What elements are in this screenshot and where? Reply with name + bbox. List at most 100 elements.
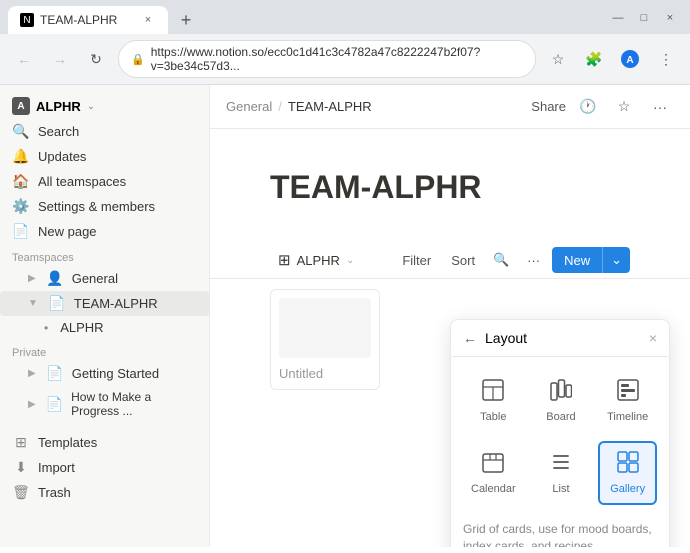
workspace-name: ALPHR <box>36 99 81 114</box>
tab-close-button[interactable]: × <box>140 12 156 28</box>
how-to-icon: 📄 <box>46 396 63 413</box>
more-db-button[interactable]: ··· <box>519 249 548 272</box>
close-button[interactable]: × <box>658 6 682 30</box>
breadcrumb-general[interactable]: General <box>226 99 272 114</box>
sidebar-item-updates[interactable]: 🔔 Updates <box>0 144 209 169</box>
bookmark-button[interactable]: ☆ <box>544 45 572 73</box>
address-bar: ← → ↻ 🔒 https://www.notion.so/ecc0c1d41c… <box>0 34 690 84</box>
share-button[interactable]: Share <box>531 99 566 114</box>
minimize-button[interactable]: — <box>606 6 630 30</box>
sidebar-item-general-label: General <box>72 271 118 286</box>
board-option-label: Board <box>546 411 575 423</box>
private-section-label: Private <box>0 339 209 361</box>
view-chevron-icon: ⌄ <box>346 255 354 266</box>
calendar-icon <box>482 451 504 479</box>
sidebar-item-all-teamspaces[interactable]: 🏠 All teamspaces <box>0 169 209 194</box>
sidebar-item-new-page[interactable]: 📄 New page <box>0 219 209 244</box>
sidebar-item-import[interactable]: ⬇ Import <box>0 455 209 480</box>
new-record-button[interactable]: New ⌄ <box>552 247 630 273</box>
breadcrumb: General / TEAM-ALPHR <box>226 99 372 114</box>
view-selector[interactable]: ⊞ ALPHR ⌄ <box>270 247 362 273</box>
back-button[interactable]: ← <box>10 45 38 73</box>
sidebar-item-import-label: Import <box>38 460 75 475</box>
sidebar-item-search-label: Search <box>38 124 79 139</box>
alphr-icon: • <box>44 321 48 335</box>
panel-close-button[interactable]: × <box>649 330 657 346</box>
table-icon <box>482 379 504 407</box>
address-input[interactable]: 🔒 https://www.notion.so/ecc0c1d41c3c4782… <box>118 40 536 78</box>
settings-icon: ⚙️ <box>12 198 30 215</box>
forward-button[interactable]: → <box>46 45 74 73</box>
sidebar-item-new-page-label: New page <box>38 224 97 239</box>
extensions-button[interactable]: 🧩 <box>580 45 608 73</box>
sidebar-item-templates-label: Templates <box>38 435 97 450</box>
sidebar-item-how-to-label: How to Make a Progress ... <box>71 390 197 418</box>
layout-option-list[interactable]: List <box>532 441 591 505</box>
layout-option-timeline[interactable]: Timeline <box>598 369 657 433</box>
new-record-caret-icon[interactable]: ⌄ <box>602 247 630 273</box>
layout-option-gallery[interactable]: Gallery <box>598 441 657 505</box>
general-expand-icon: ▶ <box>28 273 36 284</box>
import-icon: ⬇ <box>12 459 30 476</box>
new-tab-button[interactable]: + <box>172 6 200 34</box>
filter-button[interactable]: Filter <box>394 249 439 272</box>
workspace-header[interactable]: A ALPHR ⌄ <box>0 93 209 119</box>
teamspaces-icon: 🏠 <box>12 173 30 190</box>
timeline-icon <box>617 379 639 407</box>
workspace-chevron-icon: ⌄ <box>87 101 95 112</box>
layout-option-board[interactable]: Board <box>532 369 591 433</box>
sidebar-item-trash[interactable]: 🗑 Trash <box>0 480 209 505</box>
active-tab[interactable]: N TEAM-ALPHR × <box>8 6 168 34</box>
templates-icon: ⊞ <box>12 434 30 451</box>
sidebar-item-updates-label: Updates <box>38 149 86 164</box>
trash-icon: 🗑 <box>12 484 30 501</box>
layout-option-table[interactable]: Table <box>463 369 524 433</box>
sidebar-item-general[interactable]: ▶ 👤 General <box>0 266 209 291</box>
sidebar-item-all-teamspaces-label: All teamspaces <box>38 174 126 189</box>
gallery-card[interactable]: Untitled <box>270 289 380 390</box>
profile-button[interactable]: A <box>616 45 644 73</box>
breadcrumb-separator: / <box>278 99 282 114</box>
layout-option-calendar[interactable]: Calendar <box>463 441 524 505</box>
search-db-button[interactable]: 🔍 <box>487 246 515 274</box>
sort-button[interactable]: Sort <box>443 249 483 272</box>
table-option-label: Table <box>480 411 506 423</box>
sidebar-item-alphr-label: ALPHR <box>60 320 103 335</box>
address-text: https://www.notion.so/ecc0c1d41c3c4782a4… <box>151 45 523 73</box>
new-record-label: New <box>552 248 602 273</box>
sidebar-item-search[interactable]: 🔍 Search <box>0 119 209 144</box>
sidebar-item-how-to[interactable]: ▶ 📄 How to Make a Progress ... <box>0 386 209 422</box>
sidebar-item-alphr[interactable]: • ALPHR <box>0 316 209 339</box>
page-header: TEAM-ALPHR <box>210 129 690 242</box>
workspace-icon: A <box>12 97 30 115</box>
sidebar-item-getting-started[interactable]: ▶ 📄 Getting Started <box>0 361 209 386</box>
sidebar-item-getting-started-label: Getting Started <box>72 366 159 381</box>
panel-header: ← Layout × <box>451 320 669 357</box>
getting-started-expand-icon: ▶ <box>28 368 36 379</box>
teamspaces-section-label: Teamspaces <box>0 244 209 266</box>
app: A ALPHR ⌄ 🔍 Search 🔔 Updates 🏠 All teams… <box>0 85 690 547</box>
tab-bar: N TEAM-ALPHR × + — □ × <box>0 0 690 34</box>
gallery-option-label: Gallery <box>610 483 645 495</box>
sidebar-item-templates[interactable]: ⊞ Templates <box>0 430 209 455</box>
board-icon <box>550 379 572 407</box>
more-button[interactable]: ··· <box>646 93 674 121</box>
sidebar-item-settings[interactable]: ⚙️ Settings & members <box>0 194 209 219</box>
maximize-button[interactable]: □ <box>632 6 656 30</box>
sidebar-item-team-alphr[interactable]: ▼ 📄 TEAM-ALPHR <box>0 291 209 316</box>
star-button[interactable]: ☆ <box>610 93 638 121</box>
main-area: General / TEAM-ALPHR Share 🕐 ☆ ··· TEAM-… <box>210 85 690 547</box>
how-to-expand-icon: ▶ <box>28 399 36 410</box>
card-preview-area <box>279 298 371 358</box>
breadcrumb-current[interactable]: TEAM-ALPHR <box>288 99 372 114</box>
general-icon: 👤 <box>46 270 64 287</box>
menu-button[interactable]: ⋮ <box>652 45 680 73</box>
history-button[interactable]: 🕐 <box>574 93 602 121</box>
timeline-option-label: Timeline <box>607 411 648 423</box>
panel-back-button[interactable]: ← <box>463 330 477 346</box>
search-icon: 🔍 <box>12 123 30 140</box>
layout-panel: ← Layout × Table <box>450 319 670 547</box>
reload-button[interactable]: ↻ <box>82 45 110 73</box>
team-alphr-icon: 📄 <box>48 295 66 312</box>
view-label: ALPHR <box>297 253 340 268</box>
